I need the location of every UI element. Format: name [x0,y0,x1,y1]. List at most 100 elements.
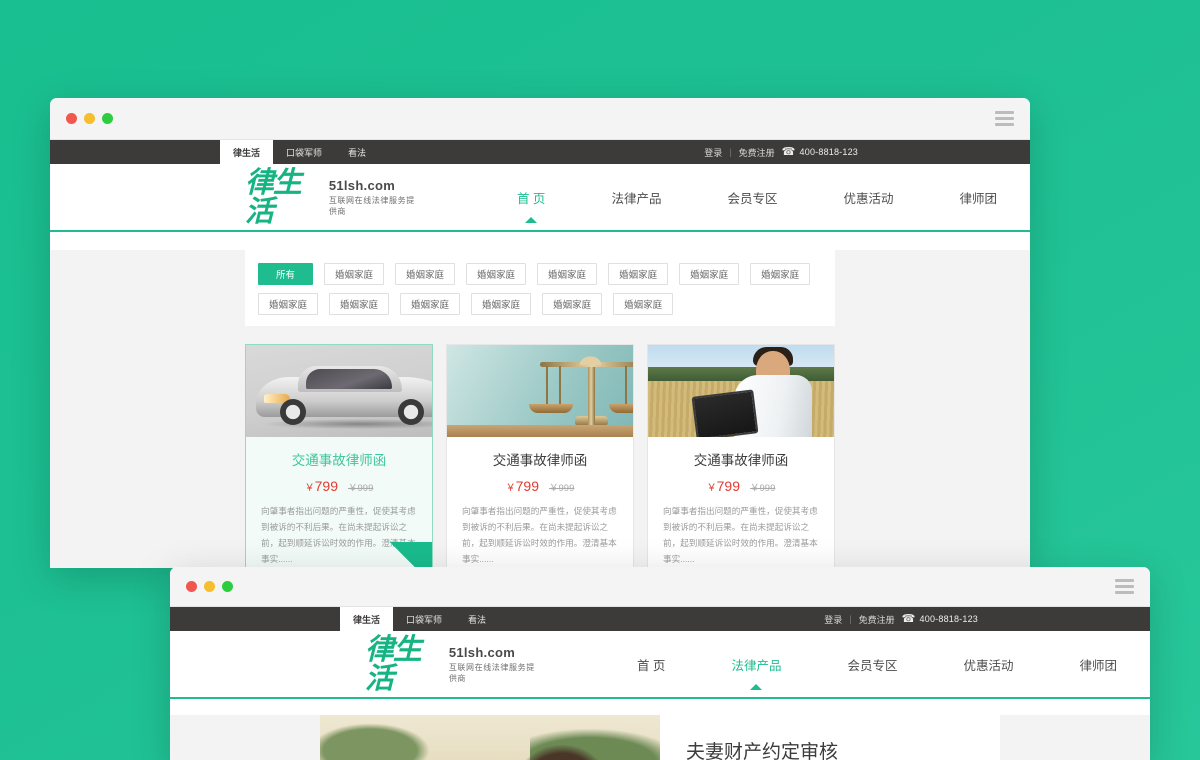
nav-item-member-zone[interactable]: 会员专区 [694,188,810,207]
hamburger-bar [1115,585,1134,588]
login-link[interactable]: 登录 [704,146,722,159]
product-original-price: ￥999 [549,483,575,494]
window-controls-front[interactable] [186,581,233,592]
site-tab-koudaijunshi[interactable]: 口袋军师 [393,607,455,631]
nav-item-legal-products[interactable]: 法律产品 [578,188,694,207]
logo-front[interactable]: 律生活 51lsh.com 互联网在线法律服务提供商 [365,635,542,693]
site-tab-lvshenghuo[interactable]: 律生活 [220,140,274,164]
browser-window-back[interactable]: 律生活 口袋军师 看法 登录 | 免费注册 ☎ 400-8818-123 律生活… [50,98,1030,568]
filter-chip-group[interactable]: 所有 婚姻家庭 婚姻家庭 婚姻家庭 婚姻家庭 婚姻家庭 婚姻家庭 婚姻家庭 婚姻… [258,263,822,315]
product-detail-title: 夫妻财产约定审核 [686,742,839,760]
hotline-number: 400-8818-123 [919,614,978,624]
filter-chip[interactable]: 婚姻家庭 [537,263,598,285]
site-tabs-front[interactable]: 律生活 口袋军师 看法 [340,607,499,631]
filter-chip[interactable]: 婚姻家庭 [608,263,669,285]
product-detail-text: 夫妻财产约定审核 夫妻双方自愿约定婚后财产的归属认定，排法律一致意见的审核共同协… [660,715,1000,760]
scales-chain [625,366,627,405]
nav-item-member-zone[interactable]: 会员专区 [814,655,930,674]
product-card[interactable]: 交通事故律师函 ￥799 ￥999 向肇事者指出问题的严重性，促使其考虑到被诉的… [647,344,835,568]
page-content-back: 所有 婚姻家庭 婚姻家庭 婚姻家庭 婚姻家庭 婚姻家庭 婚姻家庭 婚姻家庭 婚姻… [50,250,1030,568]
scales-of-justice-photo [447,345,633,437]
price-value: 799 [314,478,338,494]
browser-window-front[interactable]: 律生活 口袋军师 看法 登录 | 免费注册 ☎ 400-8818-123 律生活… [170,567,1150,760]
topbar-actions-front: 登录 | 免费注册 ☎ 400-8818-123 [824,607,1150,631]
logo-wordmark: 律生活 [245,165,302,228]
product-card[interactable]: 交通事故律师函 ￥799 ￥999 向肇事者指出问题的严重性，促使其考虑到被诉的… [245,344,433,568]
logo-back[interactable]: 律生活 51lsh.com 互联网在线法律服务提供商 [245,168,422,226]
nav-item-promotions[interactable]: 优惠活动 [810,188,926,207]
login-link[interactable]: 登录 [824,613,842,626]
site-tab-lvshenghuo[interactable]: 律生活 [340,607,394,631]
register-link[interactable]: 免费注册 [739,146,775,159]
site-topbar-back: 律生活 口袋军师 看法 登录 | 免费注册 ☎ 400-8818-123 [50,140,1030,164]
product-card[interactable]: 交通事故律师函 ￥799 ￥999 向肇事者指出问题的严重性，促使其考虑到被诉的… [446,344,634,568]
site-tab-koudaijunshi[interactable]: 口袋军师 [273,140,335,164]
nav-item-legal-products[interactable]: 法律产品 [698,655,814,674]
window-chrome-front [170,567,1150,607]
logo-wordmark: 律生活 [365,632,422,695]
nav-item-promotions[interactable]: 优惠活动 [930,655,1046,674]
product-detail-hero: 夫妻财产约定审核 夫妻双方自愿约定婚后财产的归属认定，排法律一致意见的审核共同协… [320,715,1000,760]
product-info: 交通事故律师函 ￥799 ￥999 向肇事者指出问题的严重性，促使其考虑到被诉的… [648,437,834,568]
nav-item-home[interactable]: 首 页 [484,188,578,207]
site-tab-kanfa[interactable]: 看法 [335,140,379,164]
hotline: ☎ 400-8818-123 [781,145,858,158]
scales-chain [546,366,548,405]
product-original-price: ￥999 [750,483,776,494]
nav-item-lawyer-team[interactable]: 律师团 [926,188,1030,207]
telephone-icon: ☎ [901,612,916,625]
main-nav-back[interactable]: 首 页 法律产品 会员专区 优惠活动 律师团 [484,188,1030,207]
nav-item-lawyer-team[interactable]: 律师团 [1046,655,1150,674]
hamburger-icon[interactable] [995,111,1014,126]
maximize-button[interactable] [222,581,233,592]
filter-chip[interactable]: 婚姻家庭 [400,293,461,315]
preview-corner-ribbon[interactable] [390,541,432,568]
hamburger-bar [995,111,1014,114]
man-with-laptop-in-wheat-field-photo [648,345,834,437]
page-content-front: 夫妻财产约定审核 夫妻双方自愿约定婚后财产的归属认定，排法律一致意见的审核共同协… [170,715,1150,760]
filter-chip[interactable]: 婚姻家庭 [395,263,456,285]
filter-chip-all[interactable]: 所有 [258,263,313,285]
separator: | [729,147,732,157]
topbar-actions-back: 登录 | 免费注册 ☎ 400-8818-123 [704,140,1030,164]
window-controls-back[interactable] [66,113,113,124]
foliage-left [320,723,430,760]
laptop [691,389,759,437]
hamburger-bar [995,117,1014,120]
price-row: ￥799 ￥999 [261,478,417,494]
filter-chip[interactable]: 婚姻家庭 [613,293,674,315]
currency-symbol: ￥ [706,483,717,494]
telephone-icon: ☎ [781,145,796,158]
close-button[interactable] [66,113,77,124]
scales-pan [529,404,573,413]
scales-ornament [578,355,603,365]
wooden-table [447,425,633,437]
register-link[interactable]: 免费注册 [859,613,895,626]
silver-car-photo [246,345,432,437]
logo-tagline: 互联网在线法律服务提供商 [328,195,415,216]
filter-chip[interactable]: 婚姻家庭 [329,293,390,315]
site-header-back: 律生活 51lsh.com 互联网在线法律服务提供商 首 页 法律产品 会员专区… [50,164,1030,232]
filter-chip[interactable]: 婚姻家庭 [471,293,532,315]
logo-text-block: 51lsh.com 互联网在线法律服务提供商 [449,645,542,684]
filter-chip[interactable]: 婚姻家庭 [542,293,603,315]
separator: | [849,614,852,624]
close-button[interactable] [186,581,197,592]
minimize-button[interactable] [204,581,215,592]
main-nav-front[interactable]: 首 页 法律产品 会员专区 优惠活动 律师团 [604,655,1150,674]
site-header-front: 律生活 51lsh.com 互联网在线法律服务提供商 首 页 法律产品 会员专区… [170,631,1150,699]
price-row: ￥799 ￥999 [462,478,618,494]
maximize-button[interactable] [102,113,113,124]
hamburger-icon[interactable] [1115,579,1134,594]
filter-chip[interactable]: 婚姻家庭 [750,263,811,285]
filter-chip[interactable]: 婚姻家庭 [324,263,385,285]
product-description: 向肇事者指出问题的严重性，促使其考虑到被诉的不利后果。在尚未提起诉讼之前，起到顺… [462,506,617,564]
site-tabs-back[interactable]: 律生活 口袋军师 看法 [220,140,379,164]
product-card-grid: 交通事故律师函 ￥799 ￥999 向肇事者指出问题的严重性，促使其考虑到被诉的… [245,344,835,568]
filter-chip[interactable]: 婚姻家庭 [466,263,527,285]
site-tab-kanfa[interactable]: 看法 [455,607,499,631]
filter-chip[interactable]: 婚姻家庭 [679,263,740,285]
minimize-button[interactable] [84,113,95,124]
nav-item-home[interactable]: 首 页 [604,655,698,674]
filter-chip[interactable]: 婚姻家庭 [258,293,319,315]
